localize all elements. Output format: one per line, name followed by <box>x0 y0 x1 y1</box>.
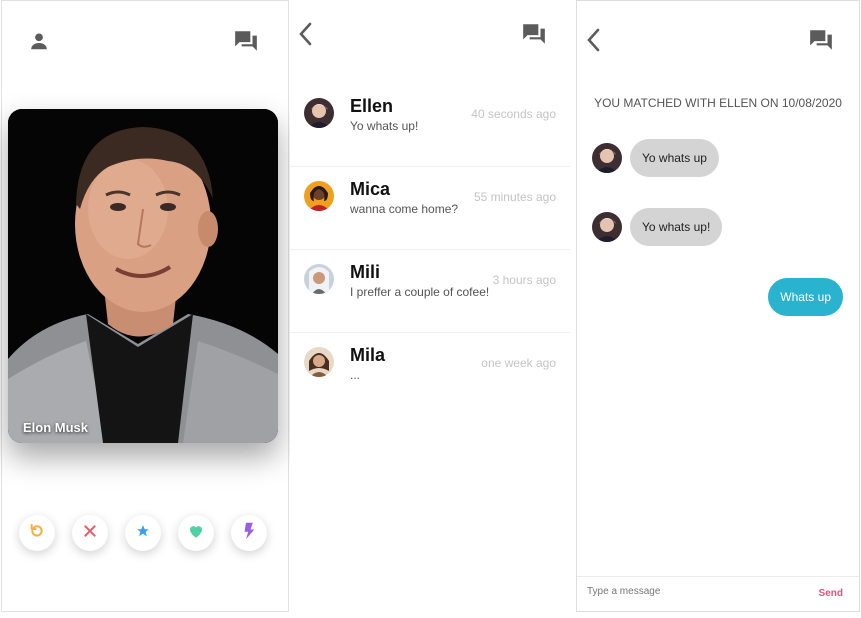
contact-name: Mila <box>350 345 386 365</box>
conversation-item[interactable]: Mili I preffer a couple of cofee! 3 hour… <box>290 249 570 333</box>
like-button[interactable] <box>178 515 214 551</box>
outgoing-message-bubble: Whats up <box>768 278 843 316</box>
heart-icon <box>187 522 205 545</box>
avatar <box>304 264 334 294</box>
message-time: one week ago <box>481 356 556 370</box>
chat-screen: YOU MATCHED WITH ELLEN ON 10/08/2020 Yo … <box>576 0 860 612</box>
message-input[interactable] <box>585 585 789 598</box>
profile-card[interactable]: Elon Musk <box>8 109 278 443</box>
profile-name: Elon Musk <box>23 420 89 435</box>
last-message: I preffer a couple of cofee! <box>350 285 490 299</box>
message-bubble: Yo whats up! <box>630 208 723 246</box>
avatar <box>304 98 334 128</box>
conversation-item[interactable]: Mila ... one week ago <box>290 332 570 415</box>
send-button[interactable]: Send <box>819 588 843 599</box>
conversation-item[interactable]: Ellen Yo whats up! 40 seconds ago <box>290 83 570 167</box>
last-message: wanna come home? <box>350 202 459 216</box>
back-arrow-icon[interactable] <box>298 22 312 51</box>
undo-button[interactable] <box>19 515 55 551</box>
contact-name: Mica <box>350 179 391 199</box>
match-banner: YOU MATCHED WITH ELLEN ON 10/08/2020 <box>594 96 842 110</box>
back-arrow-icon[interactable] <box>586 28 600 57</box>
conversation-item[interactable]: Mica wanna come home? 55 minutes ago <box>290 166 570 250</box>
superlike-button[interactable] <box>125 515 161 551</box>
message-time: 55 minutes ago <box>473 190 556 204</box>
chat-icon[interactable] <box>808 27 834 58</box>
chat-icon[interactable] <box>233 28 259 59</box>
star-icon <box>136 524 150 543</box>
last-message: ... <box>350 368 361 382</box>
message-bubble: Yo whats up <box>630 139 719 177</box>
contact-name: Ellen <box>350 96 394 116</box>
matches-screen: Ellen Yo whats up! 40 seconds ago Mica w… <box>290 0 570 612</box>
boost-button[interactable] <box>231 515 267 551</box>
contact-name: Mili <box>350 262 380 282</box>
close-icon <box>83 524 97 543</box>
message-composer: Send <box>577 576 859 611</box>
avatar <box>592 212 622 242</box>
avatar <box>304 347 334 377</box>
chat-icon[interactable] <box>521 21 547 52</box>
profile-photo <box>8 109 278 443</box>
person-icon[interactable] <box>28 30 50 57</box>
last-message: Yo whats up! <box>350 119 419 133</box>
dislike-button[interactable] <box>72 515 108 551</box>
message-time: 3 hours ago <box>492 273 556 287</box>
avatar <box>304 181 334 211</box>
swipe-screen: Elon Musk <box>1 0 289 612</box>
undo-icon <box>29 523 45 544</box>
avatar <box>592 143 622 173</box>
message-time: 40 seconds ago <box>471 107 556 121</box>
lightning-icon <box>242 522 256 545</box>
